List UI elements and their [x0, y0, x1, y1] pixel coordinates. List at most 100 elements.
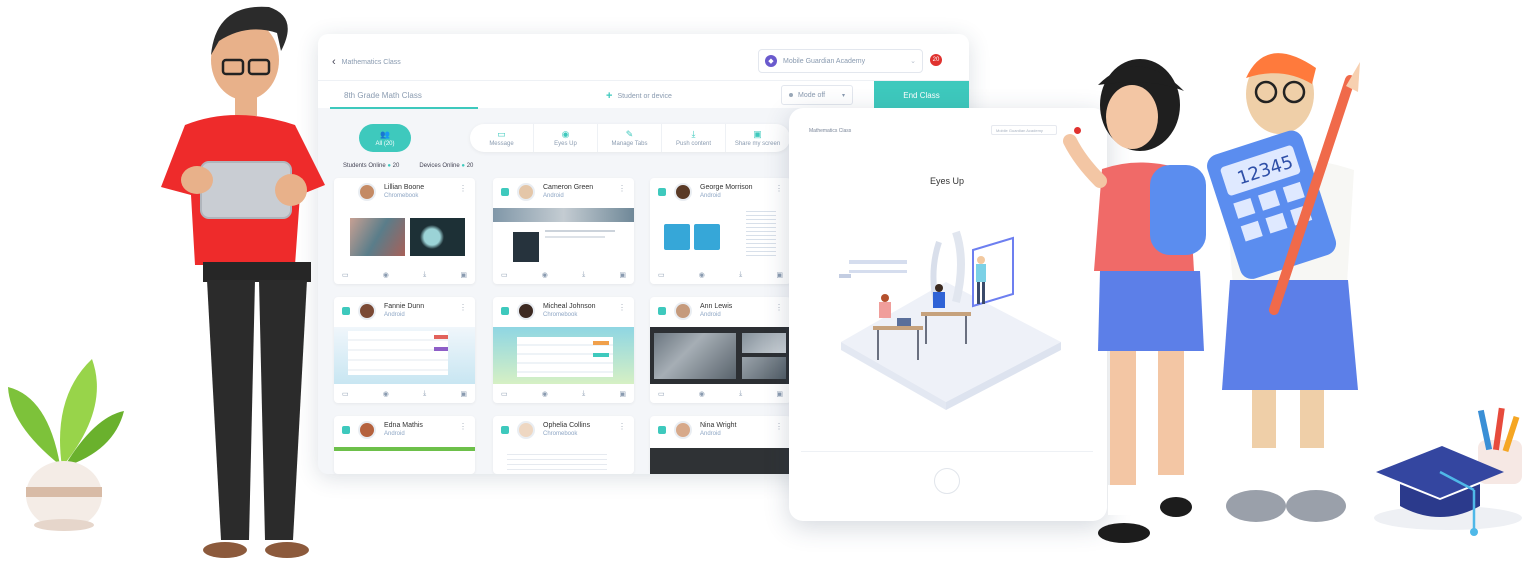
student-device: Chromebook	[384, 193, 419, 199]
select-checkbox[interactable]	[501, 188, 509, 196]
download-icon[interactable]: ⤓	[423, 390, 426, 398]
card-actions: ▭ ◉ ⤓ ▣	[342, 271, 467, 279]
mode-status-dot	[789, 93, 793, 97]
teacher-character	[161, 6, 325, 558]
eye-icon[interactable]: ◉	[542, 390, 548, 398]
student-card[interactable]: Fannie Dunn Android ⋮ ▭ ◉ ⤓ ▣	[334, 297, 475, 403]
screen-thumbnail	[334, 208, 475, 265]
video-icon[interactable]: ▣	[619, 390, 626, 398]
download-icon[interactable]: ⤓	[582, 271, 585, 279]
kebab-icon[interactable]: ⋮	[459, 303, 467, 312]
student-device: Chromebook	[543, 312, 578, 318]
student-card[interactable]: Ophelia Collins Chromebook ⋮	[493, 416, 634, 474]
mode-select[interactable]: Mode off ▾	[781, 85, 853, 105]
eyes-up-button[interactable]: ◉ Eyes Up	[534, 124, 598, 152]
screen-thumbnail	[650, 327, 791, 384]
eye-icon[interactable]: ◉	[699, 390, 705, 398]
student-name: George Morrison	[700, 184, 753, 191]
video-icon[interactable]: ▣	[460, 271, 467, 279]
student-card[interactable]: Micheal Johnson Chromebook ⋮ ▭ ◉ ⤓ ▣	[493, 297, 634, 403]
action-toolbar: ▭ Message ◉ Eyes Up ✎ Manage Tabs ⤓ Push…	[470, 124, 790, 152]
push-content-button[interactable]: ⤓ Push content	[662, 124, 726, 152]
student-card[interactable]: Lillian Boone Chromebook ⋮ ▭ ◉ ⤓ ▣	[334, 178, 475, 284]
student-device: Android	[700, 431, 721, 437]
video-icon[interactable]: ▣	[776, 271, 783, 279]
tab-class[interactable]: 8th Grade Math Class	[330, 81, 478, 109]
share-screen-button[interactable]: ▣ Share my screen	[726, 124, 790, 152]
select-checkbox[interactable]	[658, 307, 666, 315]
download-icon[interactable]: ⤓	[739, 271, 742, 279]
card-actions: ▭ ◉ ⤓ ▣	[658, 271, 783, 279]
filter-all-button[interactable]: 👥 All (20)	[359, 124, 411, 152]
devices-online-count: 20	[466, 163, 474, 169]
avatar	[674, 183, 692, 201]
kebab-icon[interactable]: ⋮	[775, 303, 783, 312]
card-actions: ▭ ◉ ⤓ ▣	[501, 390, 626, 398]
download-icon[interactable]: ⤓	[739, 390, 742, 398]
student-device: Android	[700, 193, 721, 199]
student-name: Lillian Boone	[384, 184, 425, 191]
kebab-icon[interactable]: ⋮	[775, 184, 783, 193]
student-name: Ophelia Collins	[543, 422, 591, 429]
select-checkbox[interactable]	[658, 188, 666, 196]
student-name: Fannie Dunn	[384, 303, 425, 310]
student-card[interactable]: Cameron Green Android ⋮ ▭ ◉ ⤓ ▣	[493, 178, 634, 284]
end-class-button[interactable]: End Class	[874, 81, 969, 109]
eye-icon[interactable]: ◉	[383, 390, 389, 398]
message-icon[interactable]: ▭	[658, 390, 665, 398]
tablet-header: Mathematics Class	[809, 128, 852, 134]
plant-decoration	[8, 359, 124, 531]
select-checkbox[interactable]	[501, 426, 509, 434]
edit-icon: ✎	[625, 128, 634, 139]
add-student-button[interactable]: + Student or device	[606, 90, 672, 102]
message-icon[interactable]: ▭	[501, 390, 508, 398]
download-icon[interactable]: ⤓	[582, 390, 585, 398]
home-button[interactable]	[934, 468, 960, 494]
kebab-icon[interactable]: ⋮	[618, 303, 626, 312]
eye-icon[interactable]: ◉	[542, 271, 548, 279]
shield-icon: ◆	[765, 55, 777, 67]
student-name: Ann Lewis	[700, 303, 733, 310]
student-card[interactable]: Nina Wright Android ⋮	[650, 416, 791, 474]
message-icon[interactable]: ▭	[501, 271, 508, 279]
video-icon[interactable]: ▣	[619, 271, 626, 279]
select-checkbox[interactable]	[501, 307, 509, 315]
select-checkbox[interactable]	[658, 426, 666, 434]
eye-icon[interactable]: ◉	[699, 271, 705, 279]
card-actions: ▭ ◉ ⤓ ▣	[658, 390, 783, 398]
download-icon[interactable]: ⤓	[423, 271, 426, 279]
kebab-icon[interactable]: ⋮	[459, 422, 467, 431]
student-card[interactable]: Ann Lewis Android ⋮ ▭ ◉ ⤓ ▣	[650, 297, 791, 403]
message-button[interactable]: ▭ Message	[470, 124, 534, 152]
screen-thumbnail	[507, 450, 607, 470]
kebab-icon[interactable]: ⋮	[618, 184, 626, 193]
student-name: Nina Wright	[700, 422, 737, 429]
students-online-count: 20	[392, 163, 400, 169]
plus-icon: +	[606, 90, 613, 102]
screen-thumbnail	[334, 447, 475, 451]
back-label: Mathematics Class	[341, 58, 401, 66]
student-card[interactable]: Edna Mathis Android ⋮	[334, 416, 475, 474]
video-icon[interactable]: ▣	[776, 390, 783, 398]
message-icon[interactable]: ▭	[658, 271, 665, 279]
kebab-icon[interactable]: ⋮	[775, 422, 783, 431]
filter-all-label: All (20)	[375, 140, 395, 147]
screen-thumbnail	[650, 208, 791, 265]
chevron-down-icon: ⌄	[910, 58, 916, 65]
avatar	[674, 302, 692, 320]
add-student-label: Student or device	[617, 92, 672, 100]
video-icon[interactable]: ▣	[460, 390, 467, 398]
student-device: Android	[384, 312, 405, 318]
manage-tabs-button[interactable]: ✎ Manage Tabs	[598, 124, 662, 152]
organization-select[interactable]: ◆ Mobile Guardian Academy ⌄	[758, 49, 923, 73]
card-actions: ▭ ◉ ⤓ ▣	[501, 271, 626, 279]
devices-online-label: Devices Online	[419, 163, 460, 169]
student-card[interactable]: George Morrison Android ⋮ ▭ ◉ ⤓ ▣	[650, 178, 791, 284]
kebab-icon[interactable]: ⋮	[459, 184, 467, 193]
notification-badge[interactable]: 20	[930, 54, 942, 66]
kebab-icon[interactable]: ⋮	[618, 422, 626, 431]
eye-icon[interactable]: ◉	[383, 271, 389, 279]
message-icon: ▭	[497, 128, 506, 139]
student-device: Android	[543, 193, 564, 199]
push-content-label: Push content	[675, 140, 712, 147]
